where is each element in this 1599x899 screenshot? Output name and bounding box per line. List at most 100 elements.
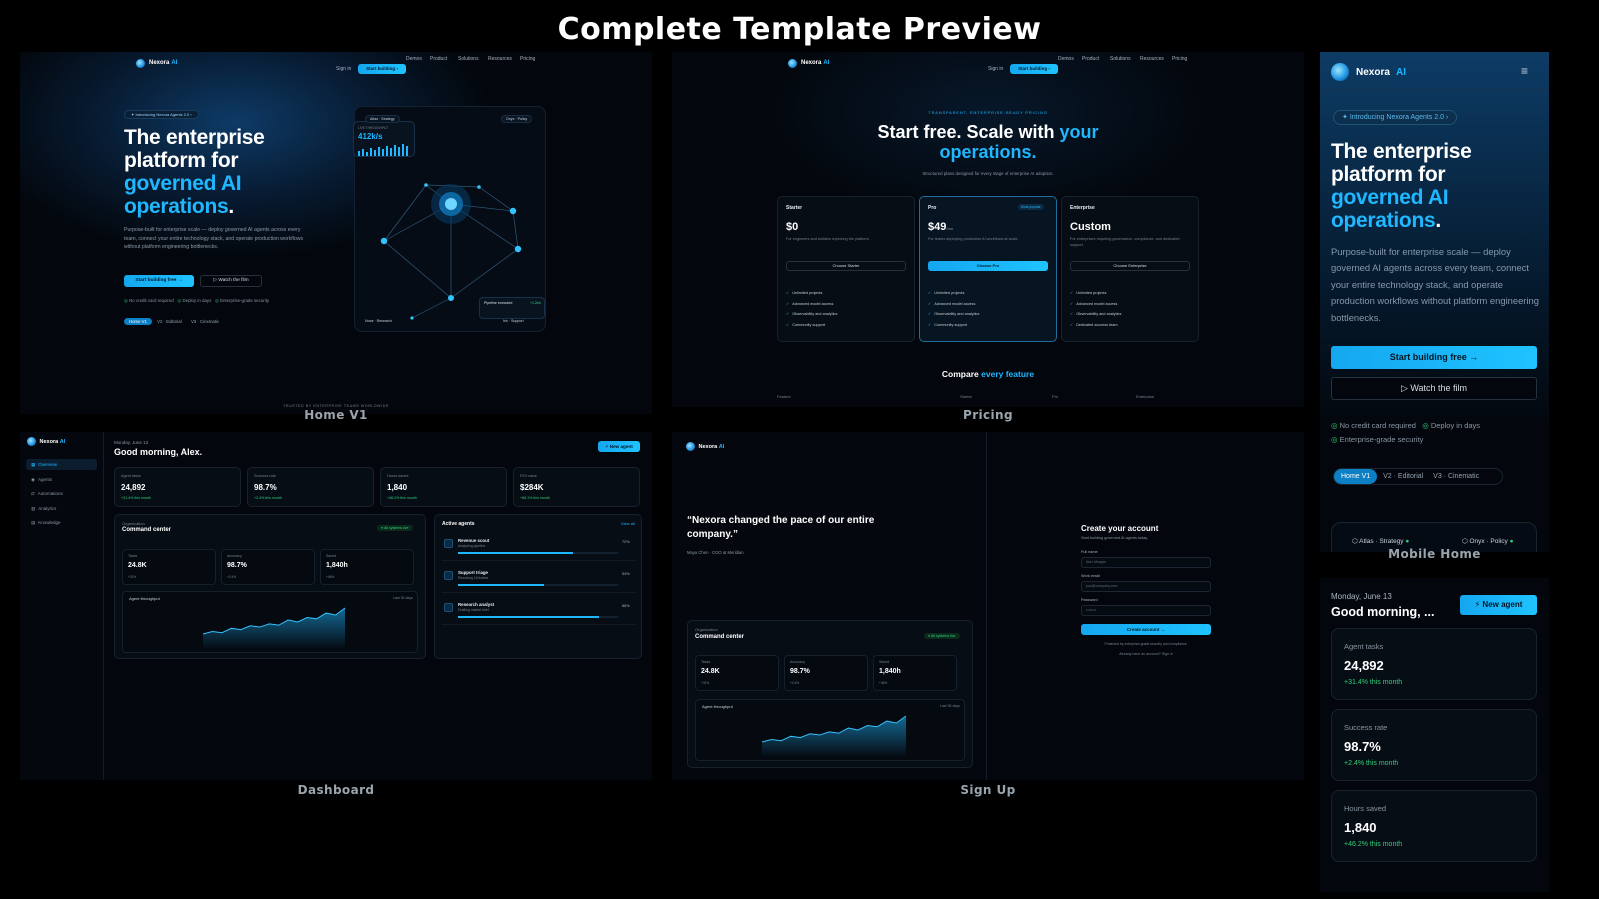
mobile-badge[interactable]: ✦ Introducing Nexora Agents 2.0 › [1333, 110, 1458, 125]
viz-tag-atlas: ⬡ Atlas · Strategy ● [1352, 538, 1410, 545]
check-icon: ✓ [786, 291, 790, 295]
plan-card-1: Pro Most popular $49/mo For teams deploying… [919, 196, 1057, 342]
pricing-eyebrow: TRANSPARENT, ENTERPRISE-READY PRICING [928, 110, 1048, 115]
plan-feature-label: Observability and analytics [934, 312, 980, 316]
new-agent-button[interactable]: ⚡ New agent [598, 441, 640, 452]
command-badge-label: All systems live [383, 526, 409, 530]
nav-link-solutions[interactable]: Solutions [1110, 56, 1131, 62]
agent-progress-fill [458, 552, 574, 554]
mobile-variant-switch: Home V1 V2 · Editorial V3 · Cinematic [1333, 468, 1503, 485]
nav-signin[interactable]: Sign in [988, 66, 1003, 72]
compare-heading: Compare every feature [672, 369, 1304, 379]
live-metric-label: LIVE THROUGHPUT [358, 126, 389, 130]
agent-row[interactable]: Support triage Resolving 18 tickets 54% [442, 567, 636, 593]
check-icon: ◎ [177, 298, 182, 303]
home-watch-label: Watch the film [218, 278, 249, 283]
signup-field-input[interactable]: Alex Morgan [1081, 557, 1211, 568]
sidebar-item-analytics[interactable]: ▥ Analytics [26, 503, 97, 514]
plan-cta-button[interactable]: Choose Starter [786, 261, 906, 271]
nav-link-demos[interactable]: Demos [1058, 56, 1074, 62]
create-account-button[interactable]: Create account → [1081, 624, 1211, 635]
plan-feature: ✓ Community support [928, 322, 967, 327]
command-metric-label: Accuracy [227, 554, 242, 558]
agent-name: Revenue scout [458, 538, 490, 543]
agent-row[interactable]: Revenue scout Analyzing pipeline 72% [442, 535, 636, 561]
page-title: Complete Template Preview [557, 12, 1042, 47]
check-icon: ✓ [1070, 322, 1074, 327]
viz-tag-nova-label: Nova · Research [365, 319, 392, 323]
plan-feature-label: Advanced model access [934, 301, 976, 306]
plan-price: Custom [1070, 221, 1111, 233]
nav-link-resources[interactable]: Resources [1140, 56, 1164, 62]
caption-pricing: Pricing [963, 408, 1013, 422]
signup-field-input[interactable]: you@company.com [1081, 581, 1211, 592]
signup-field-input[interactable]: •••••••• [1081, 605, 1211, 616]
check-icon: ✓ [786, 312, 790, 316]
view-all-link[interactable]: View all [621, 521, 635, 526]
new-agent-label: New agent [609, 444, 633, 449]
nav-link-pricing[interactable]: Pricing [1172, 56, 1187, 62]
mobile-stat-card: Hours saved 1,840 +46.2% this month [1331, 790, 1537, 862]
variant-editorial[interactable]: V2 · Editorial [157, 319, 182, 324]
brand-name: Nexora [801, 60, 822, 66]
plan-feature: ✓ Unlimited projects [786, 290, 822, 295]
home-subtext: Purpose-built for enterprise scale — dep… [124, 227, 304, 251]
nav-signin[interactable]: Sign in [336, 66, 351, 72]
plan-cta-button[interactable]: Choose Enterprise [1070, 261, 1190, 271]
nav-link-demos[interactable]: Demos [406, 56, 422, 62]
variant-cinematic[interactable]: V3 · Cinematic [191, 319, 219, 324]
agent-row[interactable]: Research analyst Drafting market brief 88% [442, 599, 636, 625]
mobile-start-button[interactable]: Start building free → [1331, 346, 1537, 369]
mobile-new-agent-button[interactable]: ⚡ New agent [1460, 595, 1537, 615]
check-icon: ◎ [214, 298, 219, 303]
sidebar-item-knowledge[interactable]: ▤ Knowledge [26, 517, 97, 528]
variant-editorial[interactable]: V2 · Editorial [1383, 473, 1423, 480]
plan-feature-label: Observability and analytics [792, 312, 838, 316]
nav-link-solutions[interactable]: Solutions [458, 56, 479, 62]
plan-feature: ✓ Observability and analytics [1070, 311, 1121, 316]
sidebar-item-overview[interactable]: ▦ Overview [26, 459, 97, 470]
home-badge[interactable]: ✦ Introducing Nexora Agents 2.0 › [124, 110, 199, 119]
stat-label: Agent tasks [121, 474, 141, 478]
mobile-dashboard-preview: Monday, June 13 Good morning, ... ⚡ New … [1320, 578, 1549, 892]
check-icon: ✓ [786, 322, 790, 327]
plan-period: /mo [946, 226, 954, 231]
command-eyebrow: Organization [695, 627, 718, 632]
stat-label: ROI value [520, 474, 537, 478]
viz-tag-atlas: Atlas · Strategy [365, 115, 400, 123]
sidebar-item-label: Analytics [38, 505, 57, 511]
variant-home-v1[interactable]: Home V1 [1334, 469, 1378, 484]
nav-start-button[interactable]: Start building › [358, 64, 406, 74]
compare-col-starter: Starter [960, 394, 973, 399]
variant-cinematic[interactable]: V3 · Cinematic [1433, 473, 1479, 480]
nav-start-button[interactable]: Start building › [1010, 64, 1058, 74]
nav-link-resources[interactable]: Resources [488, 56, 512, 62]
grid-icon: ▦ [31, 462, 36, 467]
command-metric-delta: +2.4% [790, 681, 800, 685]
signin-link[interactable]: Already have an account? Sign in [1081, 652, 1211, 656]
command-eyebrow: Organization [122, 521, 145, 526]
headline-line-4: operations [1331, 209, 1436, 232]
plan-feature-label: Advanced model access [1076, 301, 1118, 306]
variant-home-v1[interactable]: Home V1 [124, 318, 152, 325]
plan-card-0: Starter $0 For engineers and builders expl… [777, 196, 915, 342]
plan-cta-button[interactable]: Choose Pro [928, 261, 1048, 271]
hamburger-menu-icon[interactable]: ≡ [1521, 64, 1528, 78]
nav-link-pricing[interactable]: Pricing [520, 56, 535, 62]
mobile-watch-button[interactable]: ▷ Watch the film [1331, 377, 1537, 400]
command-metric-label: Saved [326, 554, 337, 558]
nav-link-product[interactable]: Product [430, 56, 447, 62]
nav-link-product[interactable]: Product [1082, 56, 1099, 62]
home-watch-button[interactable]: ▷ Watch the film [200, 275, 262, 287]
plan-badge: Most popular [1018, 204, 1044, 210]
check-label-2: Deploy in days [1430, 421, 1481, 430]
active-agents-title: Active agents [442, 521, 475, 527]
sidebar-brand: Nexora AI [27, 437, 65, 446]
plan-name: Enterprise [1070, 205, 1095, 211]
brand-suffix: AI [718, 443, 725, 450]
viz-tag-iris-label: Iris · Support [503, 319, 524, 323]
sidebar-item-agents[interactable]: ◉ Agents [26, 474, 97, 485]
check-icon: ◎ [1331, 421, 1338, 430]
sidebar-item-automations[interactable]: ⇄ Automations [26, 488, 97, 499]
home-start-button[interactable]: Start building free → [124, 275, 194, 287]
